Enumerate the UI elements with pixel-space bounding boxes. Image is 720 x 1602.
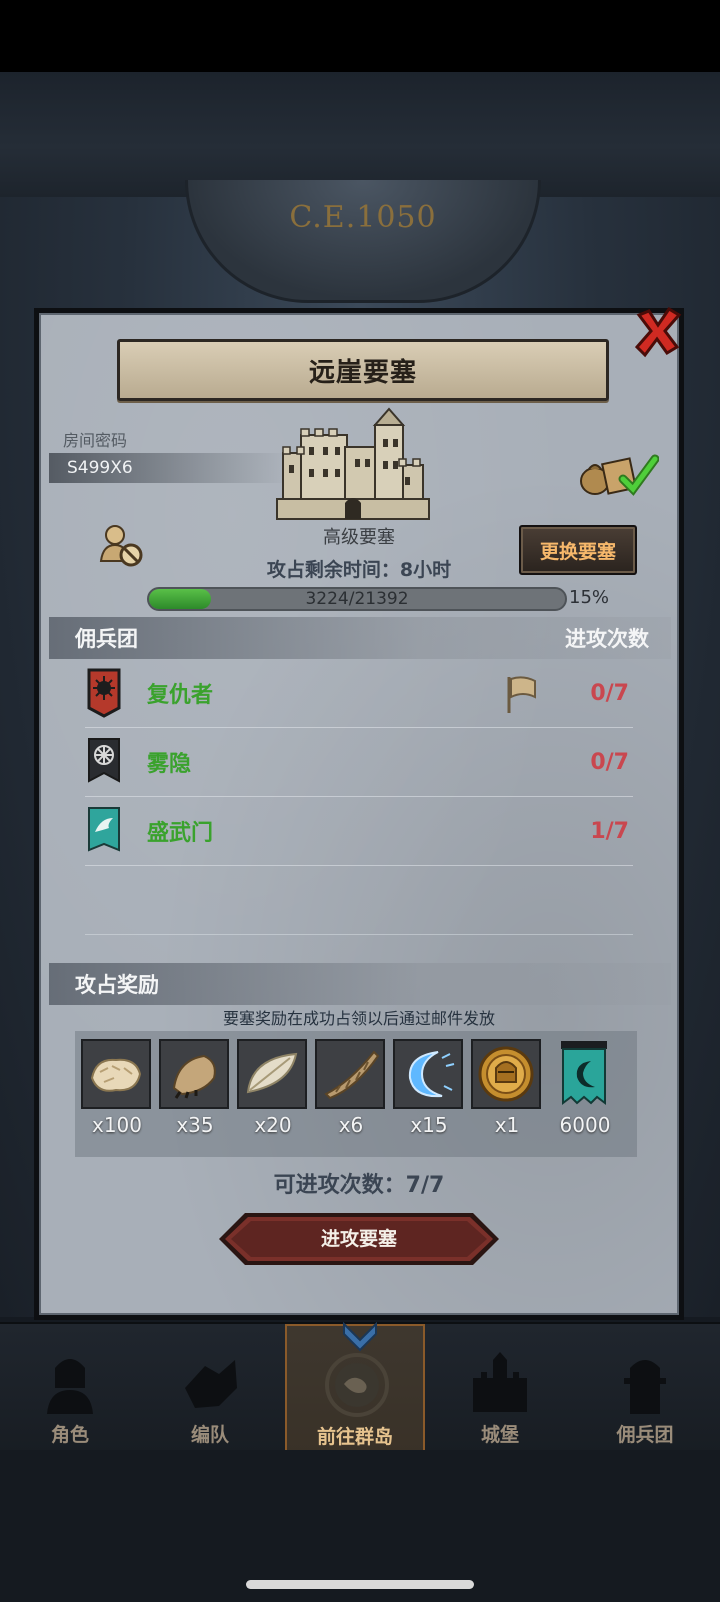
mercenary-icon: [624, 1360, 666, 1414]
nav-character[interactable]: 角色: [0, 1324, 140, 1452]
nav-label: 角色: [50, 1424, 89, 1446]
empty-guild-row: [85, 866, 633, 935]
guild-emblem-icon: [87, 668, 121, 718]
capture-progress-bar: 3224/21392: [147, 587, 567, 611]
reward-item[interactable]: x15: [393, 1039, 465, 1137]
chevron-down-icon: [343, 1322, 377, 1352]
attack-fortress-label: 进攻要塞: [320, 1228, 397, 1250]
guild-name: 复仇者: [147, 683, 214, 708]
nav-mercenary[interactable]: 佣兵团: [575, 1324, 715, 1452]
guild-attack-count: 0/7: [590, 680, 629, 706]
reward-section-header: 攻占奖励: [49, 963, 671, 1005]
reward-quantity: 6000: [559, 1113, 611, 1137]
knight-medal-icon: [471, 1039, 541, 1109]
reward-item[interactable]: x35: [159, 1039, 231, 1137]
room-code-label: 房间密码: [63, 431, 128, 450]
status-bar: [0, 0, 720, 72]
nav-label: 编队: [190, 1424, 229, 1446]
mercenary-section-header: 佣兵团 进攻次数: [49, 617, 671, 659]
reward-quantity: x15: [410, 1113, 448, 1137]
reward-item[interactable]: 6000: [549, 1039, 621, 1137]
guild-banner-icon: [549, 1039, 619, 1109]
reward-quantity: x1: [494, 1113, 520, 1137]
flag-icon: [507, 676, 536, 713]
nav-label: 佣兵团: [616, 1424, 674, 1446]
guild-attack-count: 1/7: [590, 818, 629, 844]
nav-formation[interactable]: 编队: [140, 1324, 280, 1452]
remaining-attempts: 可进攻次数：7/7: [273, 1173, 445, 1198]
attack-count-header-label: 进攻次数: [565, 627, 649, 651]
dialog-panel: 远崖要塞 房间密码 S499X6 高级要塞 更换要塞 攻占剩余时间：8小时 32…: [39, 306, 682, 1315]
guild-attack-count: 0/7: [590, 749, 629, 775]
spiral-horn-icon: [315, 1039, 385, 1109]
reward-quantity: x20: [254, 1113, 292, 1137]
reward-item[interactable]: x100: [81, 1039, 153, 1137]
dialog-title: 远崖要塞: [308, 357, 417, 388]
reward-item[interactable]: x1: [471, 1039, 543, 1137]
mercenary-header-label: 佣兵团: [75, 627, 138, 651]
close-button[interactable]: [631, 305, 685, 359]
reward-quantity: x6: [338, 1113, 364, 1137]
reward-quantity: x35: [176, 1113, 214, 1137]
blue-crescent-icon: [393, 1039, 463, 1109]
character-icon: [47, 1359, 93, 1414]
fur-pelt-icon: [81, 1039, 151, 1109]
home-indicator[interactable]: [246, 1580, 474, 1589]
reward-item[interactable]: x20: [237, 1039, 309, 1137]
nav-castle[interactable]: 城堡: [430, 1324, 570, 1452]
close-icon: [634, 306, 682, 358]
guild-row[interactable]: 盛武门 1/7: [85, 797, 633, 866]
reward-item[interactable]: x6: [315, 1039, 387, 1137]
formation-icon: [185, 1360, 237, 1408]
castle-icon: [276, 407, 430, 520]
fortress-dialog: 远崖要塞 房间密码 S499X6 高级要塞 更换要塞 攻占剩余时间：8小时 32…: [34, 306, 684, 1320]
reward-note: 要塞奖励在成功占领以后通过邮件发放: [222, 1009, 495, 1028]
feather-plume-icon: [237, 1039, 307, 1109]
nav-label: 前往群岛: [316, 1426, 393, 1448]
capture-progress-text: 3224/21392: [305, 589, 409, 609]
era-label: C.E.1050: [289, 200, 437, 235]
beast-claw-icon: [159, 1039, 229, 1109]
guild-row[interactable]: 雾隐 0/7: [85, 728, 633, 797]
attack-fortress-button[interactable]: 进攻要塞: [217, 1211, 501, 1267]
capture-time-remaining: 攻占剩余时间：8小时: [266, 559, 452, 581]
title-banner: 远崖要塞: [117, 339, 609, 401]
reward-bag-button[interactable]: [579, 447, 660, 497]
reward-tray: x100 x35 x20 x6 x15 x1 6000: [75, 1031, 637, 1157]
guild-emblem-icon: [88, 738, 120, 783]
castle-icon: [473, 1352, 527, 1412]
reward-quantity: x100: [91, 1113, 142, 1137]
guild-emblem-icon: [88, 807, 120, 852]
top-backdrop: [0, 72, 720, 197]
reward-header-label: 攻占奖励: [75, 973, 159, 997]
loot-bag-icon: [580, 454, 660, 496]
room-code-value: S499X6: [67, 458, 133, 478]
islands-icon: [325, 1353, 389, 1417]
guild-row[interactable]: 复仇者 0/7: [85, 659, 633, 728]
nav-label: 城堡: [480, 1424, 519, 1446]
capture-progress-percent: 15%: [569, 587, 610, 608]
guild-name: 盛武门: [147, 821, 214, 846]
room-code-bar: S499X6: [49, 453, 289, 483]
guild-name: 雾隐: [147, 752, 192, 777]
